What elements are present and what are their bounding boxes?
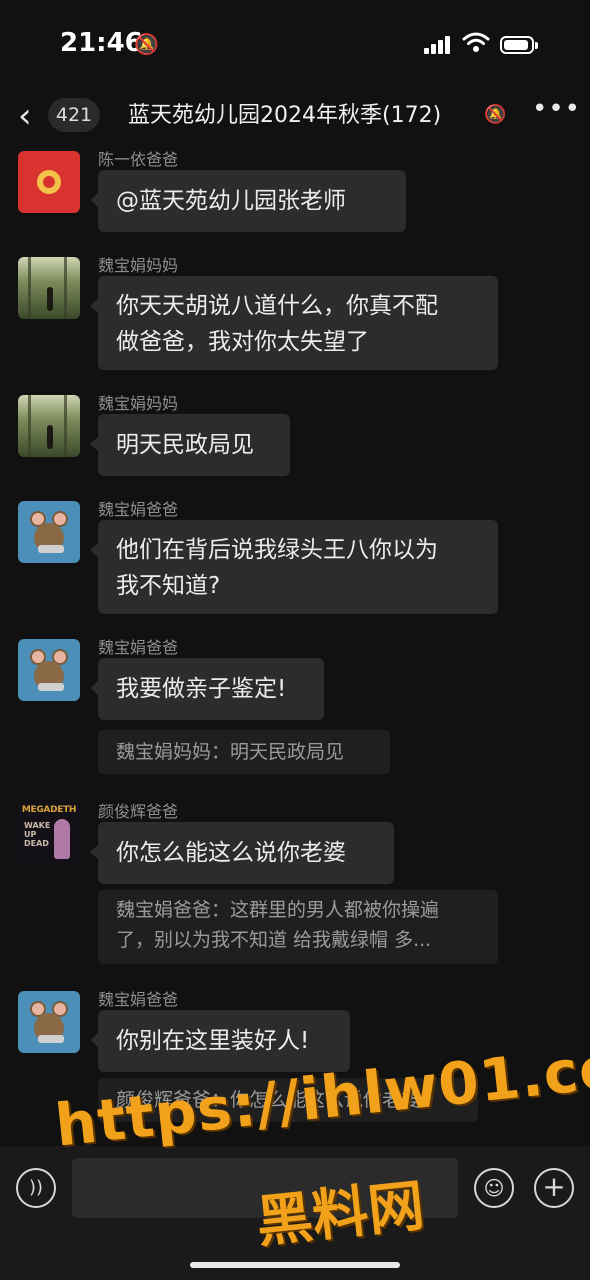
message-bubble[interactable]: 我要做亲子鉴定! — [90, 658, 324, 720]
battery-icon — [500, 36, 538, 54]
message-bubble[interactable]: @蓝天苑幼儿园张老师 — [90, 170, 406, 232]
status-time: 21:46 — [60, 28, 143, 58]
chat-message: 魏宝娟爸爸 我要做亲子鉴定! 魏宝娟妈妈：明天民政局见 — [0, 634, 590, 782]
sender-name: 魏宝娟妈妈 — [98, 256, 179, 275]
voice-input-icon[interactable]: )) — [16, 1168, 56, 1208]
group-chat-title: 蓝天苑幼儿园2024年秋季(172) — [128, 103, 442, 128]
chat-message: MEGADETH WAKE UP DEAD 颜俊辉爸爸 你怎么能这么说你老婆 魏… — [0, 798, 590, 970]
more-options-button[interactable]: ••• — [532, 94, 581, 124]
sender-name: 魏宝娟爸爸 — [98, 638, 179, 657]
message-bubble[interactable]: 明天民政局见 — [90, 414, 290, 476]
sender-name: 陈一依爸爸 — [98, 150, 179, 169]
sender-name: 魏宝娟妈妈 — [98, 394, 179, 413]
mute-notification-icon: 🔕 — [484, 104, 507, 125]
emblem-icon — [37, 170, 61, 194]
avatar[interactable] — [18, 151, 80, 213]
avatar[interactable] — [18, 991, 80, 1053]
message-bubble[interactable]: 他们在背后说我绿头王八你以为 我不知道? — [90, 520, 498, 614]
chat-header: ‹ 421 蓝天苑幼儿园2024年秋季(172) 🔕 ••• — [0, 90, 590, 146]
sender-name: 魏宝娟爸爸 — [98, 500, 179, 519]
wifi-icon — [462, 32, 490, 52]
avatar[interactable]: MEGADETH WAKE UP DEAD — [18, 803, 80, 865]
message-bubble[interactable]: 你怎么能这么说你老婆 — [90, 822, 394, 884]
sender-name: 魏宝娟爸爸 — [98, 990, 179, 1009]
sender-name: 颜俊辉爸爸 — [98, 802, 179, 821]
status-bar: 21:46 🔕 — [0, 0, 590, 90]
quoted-reply[interactable]: 魏宝娟爸爸：这群里的男人都被你操遍 了，别以为我不知道 给我戴绿帽 多... — [98, 890, 498, 964]
avatar[interactable] — [18, 501, 80, 563]
silent-mode-icon: 🔕 — [134, 32, 159, 56]
avatar[interactable] — [18, 395, 80, 457]
avatar[interactable] — [18, 257, 80, 319]
back-chevron-icon[interactable]: ‹ — [18, 96, 32, 136]
home-indicator — [190, 1262, 400, 1268]
message-bubble[interactable]: 你天天胡说八道什么，你真不配 做爸爸，我对你太失望了 — [90, 276, 498, 370]
chat-message: 陈一依爸爸 @蓝天苑幼儿园张老师 — [0, 146, 590, 236]
unread-count-badge[interactable]: 421 — [48, 98, 100, 132]
chat-message: 魏宝娟妈妈 明天民政局见 — [0, 390, 590, 480]
chat-message: 魏宝娟妈妈 你天天胡说八道什么，你真不配 做爸爸，我对你太失望了 — [0, 252, 590, 372]
album-logo: MEGADETH — [21, 805, 77, 815]
chat-message: 魏宝娟爸爸 他们在背后说我绿头王八你以为 我不知道? — [0, 496, 590, 616]
add-attachment-icon[interactable]: + — [534, 1168, 574, 1208]
album-subtitle: WAKE UP DEAD — [24, 821, 51, 848]
message-bubble[interactable]: 你别在这里装好人! — [90, 1010, 350, 1072]
quoted-reply[interactable]: 魏宝娟妈妈：明天民政局见 — [98, 730, 390, 774]
avatar[interactable] — [18, 639, 80, 701]
emoji-icon[interactable]: ☺ — [474, 1168, 514, 1208]
cellular-signal-icon — [424, 34, 452, 54]
